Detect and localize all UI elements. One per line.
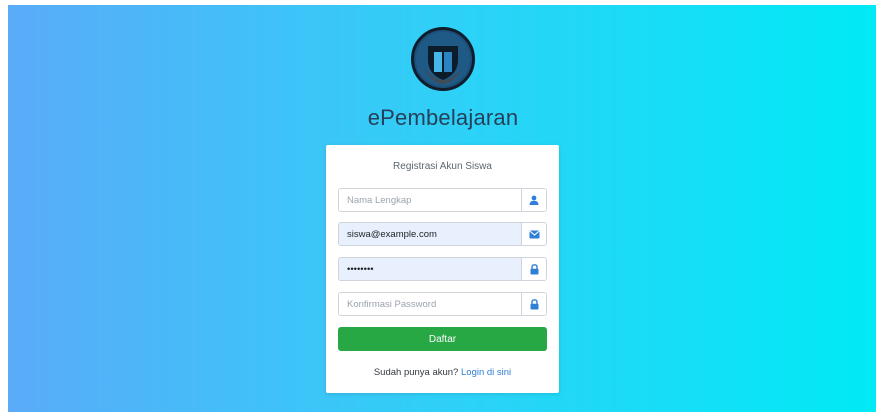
email-input[interactable] — [339, 223, 521, 245]
envelope-icon — [528, 230, 540, 238]
login-link[interactable]: Login di sini — [461, 367, 511, 378]
school-logo — [411, 27, 475, 91]
login-prompt: Sudah punya akun? Login di sini — [326, 367, 559, 378]
user-icon — [529, 195, 539, 205]
submit-button[interactable]: Daftar — [338, 327, 547, 351]
name-addon — [521, 189, 546, 211]
registration-card: Registrasi Akun Siswa Nama Lengkap siswa… — [326, 145, 559, 393]
lock-icon — [530, 298, 538, 309]
confirm-password-field-group — [338, 292, 547, 316]
form-title: Registrasi Akun Siswa — [393, 161, 492, 172]
confirm-password-addon — [521, 293, 546, 315]
password-input[interactable] — [339, 258, 521, 280]
name-field-group — [338, 188, 547, 212]
app-title: ePembelajaran — [367, 105, 519, 130]
school-emblem-icon — [416, 32, 470, 86]
password-field-group — [338, 257, 547, 281]
email-addon — [521, 223, 546, 245]
password-addon — [521, 258, 546, 280]
login-prompt-text: Sudah punya akun? — [373, 367, 459, 378]
page: ePembelajaran Registrasi Akun Siswa Nama… — [0, 0, 876, 412]
confirm-password-input[interactable] — [339, 293, 521, 315]
email-field-group — [338, 222, 547, 246]
name-input[interactable] — [339, 189, 521, 211]
lock-icon — [530, 263, 538, 274]
